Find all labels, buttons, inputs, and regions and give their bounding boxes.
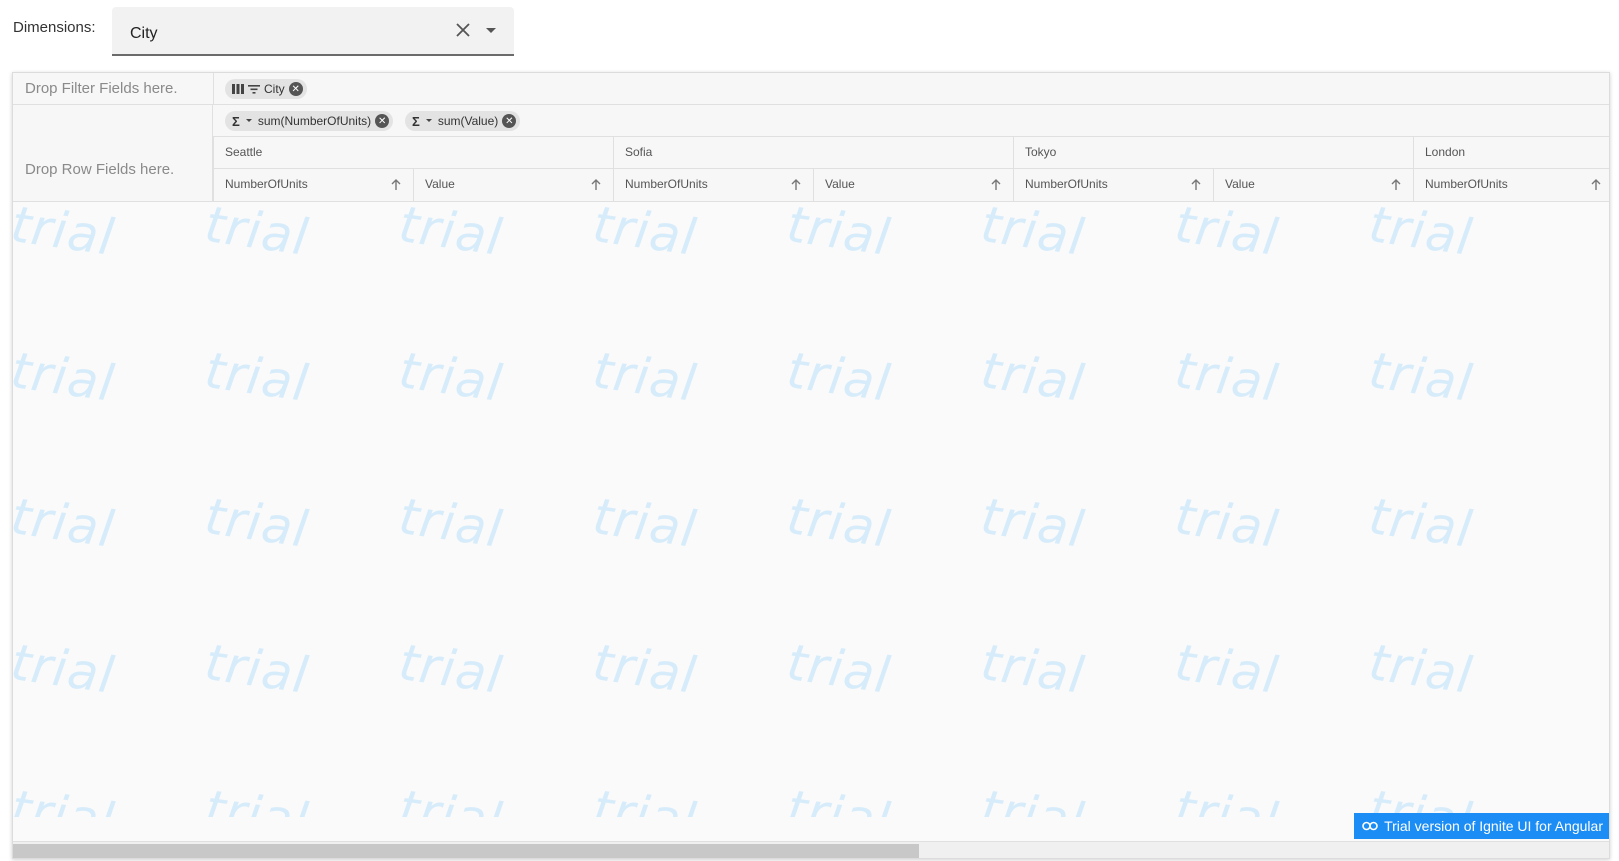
chevron-down-icon[interactable]: [244, 116, 254, 126]
trial-watermark: trial: [1171, 487, 1283, 559]
value-chip-number-of-units[interactable]: Σ sum(NumberOfUnits) ✕: [225, 111, 394, 131]
trial-watermark: trial: [201, 202, 313, 267]
column-header-label: NumberOfUnits: [1025, 177, 1108, 191]
column-header-label: NumberOfUnits: [1425, 177, 1508, 191]
column-header-label: Value: [825, 177, 855, 191]
trial-watermark: trial: [1365, 341, 1477, 413]
sort-arrow-up-icon[interactable]: [389, 178, 403, 192]
filter-drop-placeholder: Drop Filter Fields here.: [25, 80, 178, 97]
trial-watermark: trial: [395, 779, 507, 817]
sum-icon: Σ: [412, 113, 420, 129]
trial-version-link[interactable]: Trial version of Ignite UI for Angular: [1354, 813, 1609, 839]
trial-watermark: trial: [783, 202, 895, 267]
trial-watermark: trial: [395, 341, 507, 413]
pivot-grid: Drop Filter Fields here. City ✕ Drop Row…: [12, 72, 1610, 859]
trial-watermark: trial: [13, 487, 119, 559]
filter-chip-city[interactable]: City ✕: [225, 79, 307, 99]
column-header[interactable]: Value: [1213, 169, 1413, 201]
dimensions-label: Dimensions:: [13, 19, 96, 36]
trial-watermark: trial: [1171, 341, 1283, 413]
trial-watermark: trial: [201, 487, 313, 559]
column-header[interactable]: NumberOfUnits: [1413, 169, 1609, 201]
column-header[interactable]: NumberOfUnits: [213, 169, 413, 201]
trial-watermark: trial: [977, 487, 1089, 559]
column-group-header[interactable]: Sofia: [613, 137, 1013, 168]
sort-arrow-up-icon[interactable]: [1189, 178, 1203, 192]
sort-arrow-up-icon[interactable]: [1589, 178, 1603, 192]
chevron-down-icon[interactable]: [424, 116, 434, 126]
column-header[interactable]: NumberOfUnits: [1013, 169, 1213, 201]
trial-watermark: trial: [1171, 633, 1283, 705]
trial-watermark: trial: [13, 633, 119, 705]
trial-watermark: trial: [13, 779, 119, 817]
trial-watermark: trial: [1171, 779, 1283, 817]
trial-watermark: trial: [977, 341, 1089, 413]
sort-arrow-up-icon[interactable]: [589, 178, 603, 192]
chevron-down-icon[interactable]: [480, 19, 502, 41]
column-header-label: Value: [1225, 177, 1255, 191]
clear-icon[interactable]: [452, 19, 474, 41]
column-header-label: Value: [425, 177, 455, 191]
remove-chip-icon[interactable]: ✕: [375, 114, 390, 128]
trial-watermark: trial: [977, 202, 1089, 267]
trial-watermark: trial: [395, 633, 507, 705]
column-group-header[interactable]: Tokyo: [1013, 137, 1413, 168]
filter-icon: [248, 84, 260, 94]
value-chip-label: sum(Value): [437, 114, 499, 128]
value-chip-value[interactable]: Σ sum(Value) ✕: [405, 111, 521, 131]
column-group-header[interactable]: Seattle: [213, 137, 613, 168]
trial-watermark: trial: [13, 202, 119, 267]
trial-watermark: trial: [201, 341, 313, 413]
remove-chip-icon[interactable]: ✕: [502, 114, 517, 128]
trial-watermark: trial: [589, 341, 701, 413]
trial-watermark: trial: [1365, 779, 1477, 817]
trial-watermark: trial: [1365, 487, 1477, 559]
row-drop-placeholder: Drop Row Fields here.: [25, 161, 175, 178]
column-header[interactable]: Value: [413, 169, 613, 201]
trial-watermark: trial: [977, 633, 1089, 705]
sum-icon: Σ: [232, 113, 240, 129]
column-group-header-row: Seattle Sofia Tokyo London: [213, 137, 1609, 169]
trial-watermark: trial: [13, 341, 119, 413]
column-group-header[interactable]: London: [1413, 137, 1609, 168]
scrollbar-thumb[interactable]: [13, 844, 919, 858]
filter-chip-label: City: [264, 82, 285, 96]
values-area[interactable]: Σ sum(NumberOfUnits) ✕ Σ sum(Value) ✕: [213, 105, 1609, 137]
trial-watermark: trial: [201, 779, 313, 817]
trial-watermark: trial: [589, 779, 701, 817]
column-header-label: NumberOfUnits: [625, 177, 708, 191]
trial-watermark: trial: [589, 202, 701, 267]
row-area[interactable]: Drop Row Fields here.: [13, 105, 213, 202]
link-icon: [1362, 821, 1378, 831]
column-header[interactable]: Value: [813, 169, 1013, 201]
trial-watermark: trial: [1365, 633, 1477, 705]
trial-watermark: trial: [783, 487, 895, 559]
trial-watermark: trial: [395, 202, 507, 267]
column-header[interactable]: NumberOfUnits: [613, 169, 813, 201]
trial-version-text: Trial version of Ignite UI for Angular: [1384, 818, 1603, 834]
grid-body: trial trial trial trial trial trial trial trial…: [13, 202, 1609, 817]
trial-watermark: trial: [1365, 202, 1477, 267]
horizontal-scrollbar[interactable]: [13, 841, 1609, 858]
trial-watermark: trial: [589, 633, 701, 705]
remove-chip-icon[interactable]: ✕: [288, 82, 303, 96]
column-header-row: NumberOfUnits Value NumberOfUnits Value …: [213, 169, 1609, 202]
sort-arrow-up-icon[interactable]: [789, 178, 803, 192]
value-chip-label: sum(NumberOfUnits): [257, 114, 372, 128]
dimensions-select-value: City: [130, 25, 158, 42]
trial-watermark: trial: [783, 779, 895, 817]
trial-watermark: trial: [1171, 202, 1283, 267]
sort-arrow-up-icon[interactable]: [989, 178, 1003, 192]
trial-watermark: trial: [977, 779, 1089, 817]
trial-watermark: trial: [201, 633, 313, 705]
trial-watermark: trial: [783, 341, 895, 413]
column-header-label: NumberOfUnits: [225, 177, 308, 191]
trial-watermark: trial: [395, 487, 507, 559]
trial-watermark: trial: [589, 487, 701, 559]
dimensions-select[interactable]: City: [112, 7, 514, 56]
trial-watermark: trial: [783, 633, 895, 705]
columns-icon: [232, 84, 244, 94]
filter-area[interactable]: Drop Filter Fields here. City ✕: [13, 73, 1609, 105]
sort-arrow-up-icon[interactable]: [1389, 178, 1403, 192]
